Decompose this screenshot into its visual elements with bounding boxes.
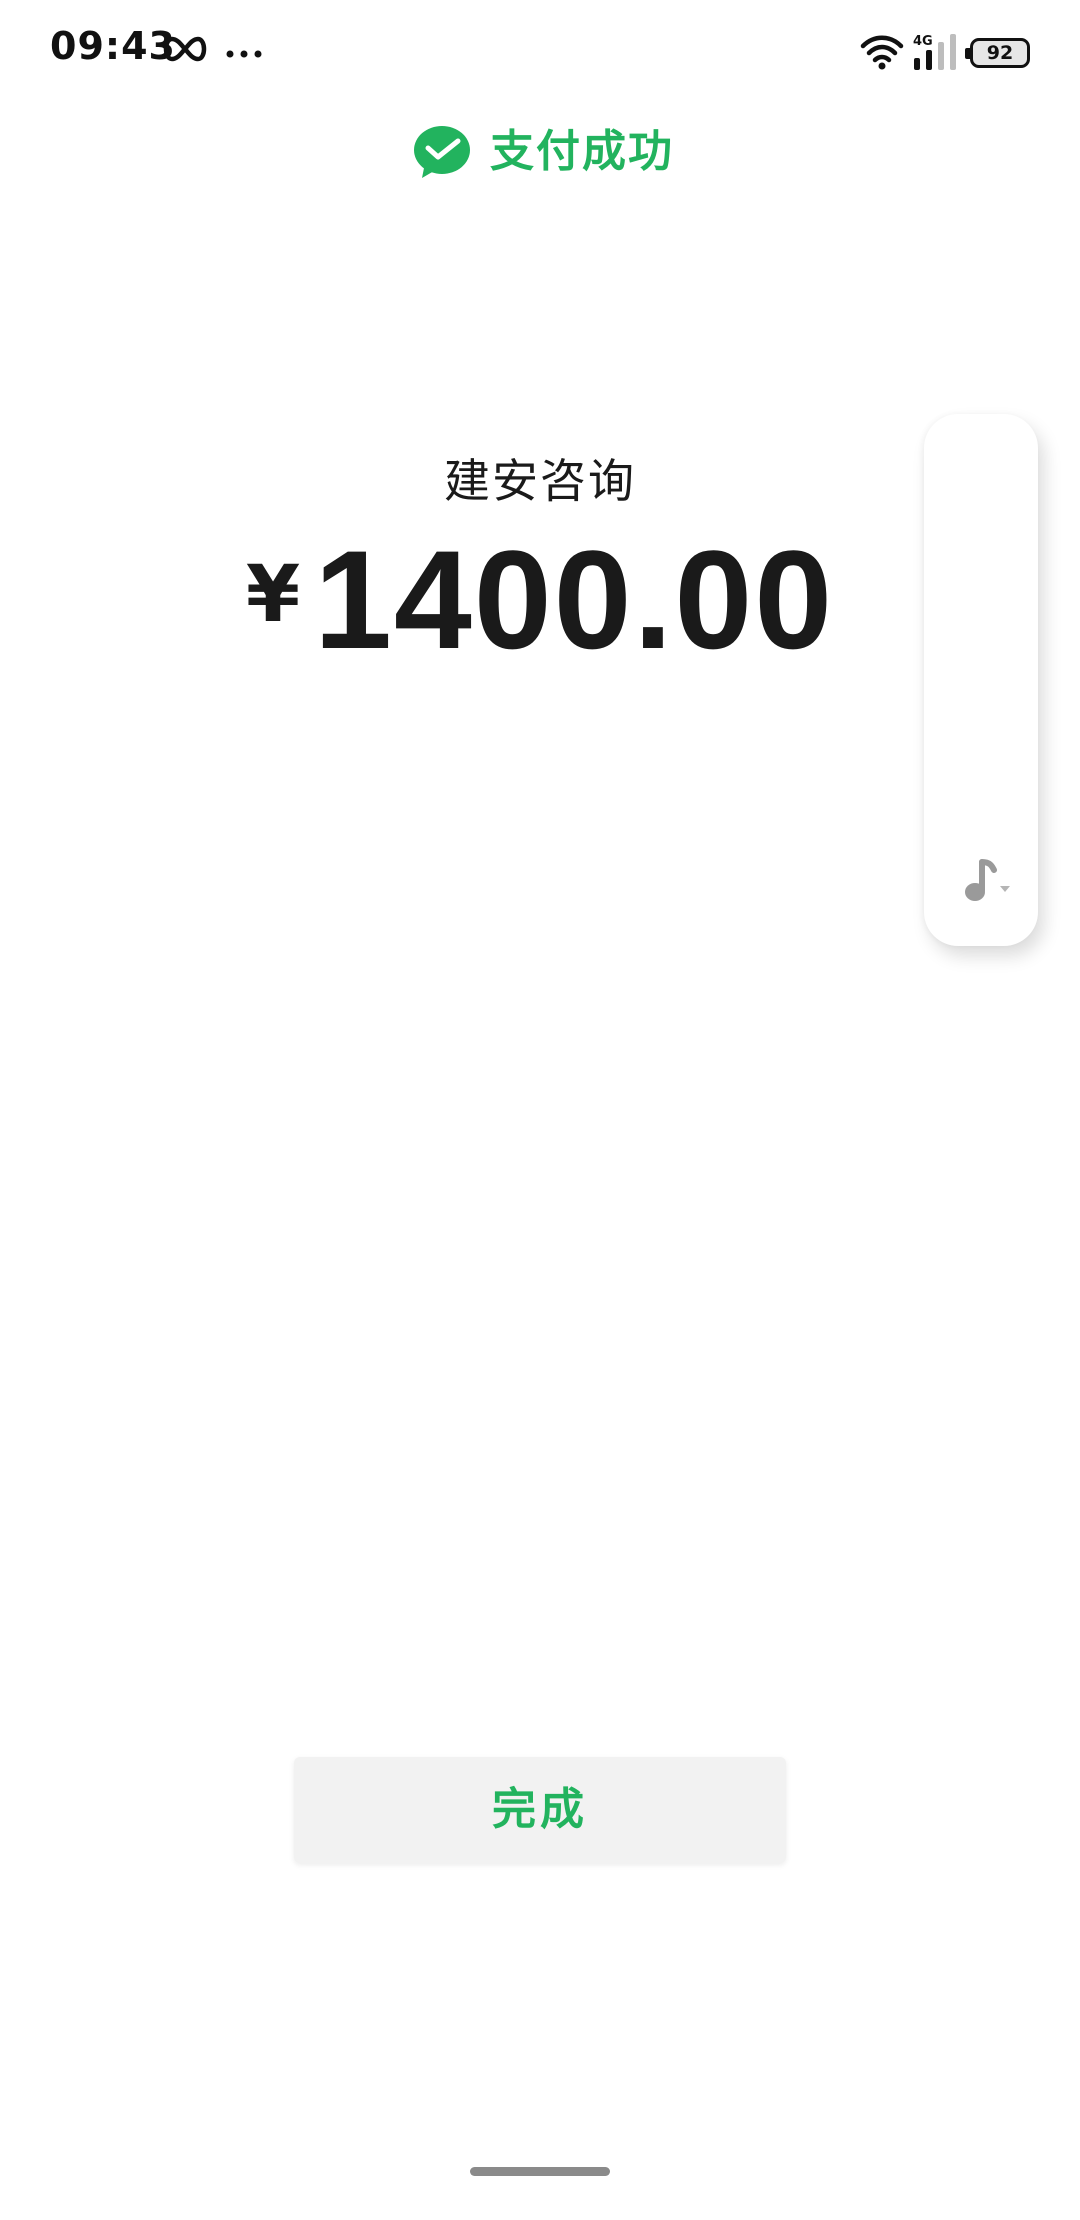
battery-icon: 92 (970, 38, 1030, 68)
status-bar: 09:43 4G 92 (0, 0, 1080, 110)
payment-amount: 1400.00 (314, 521, 835, 678)
merchant-name: 建安咨询 (444, 454, 636, 508)
wifi-icon (860, 35, 904, 70)
infinity-icon (163, 36, 207, 62)
done-button[interactable]: 完成 (294, 1757, 786, 1863)
cellular-signal-icon (914, 34, 956, 70)
currency-symbol: ¥ (245, 550, 301, 640)
music-note-icon[interactable] (960, 856, 1016, 906)
payment-header: 支付成功 (0, 120, 1080, 190)
wechat-pay-logo-icon (414, 126, 470, 178)
floating-side-panel[interactable] (924, 414, 1038, 946)
home-indicator[interactable] (470, 2167, 610, 2176)
amount-row: ¥1400.00 (0, 530, 1080, 670)
payment-success-title: 支付成功 (490, 126, 674, 177)
more-dots-icon (226, 50, 262, 58)
status-time: 09:43 (50, 24, 176, 68)
